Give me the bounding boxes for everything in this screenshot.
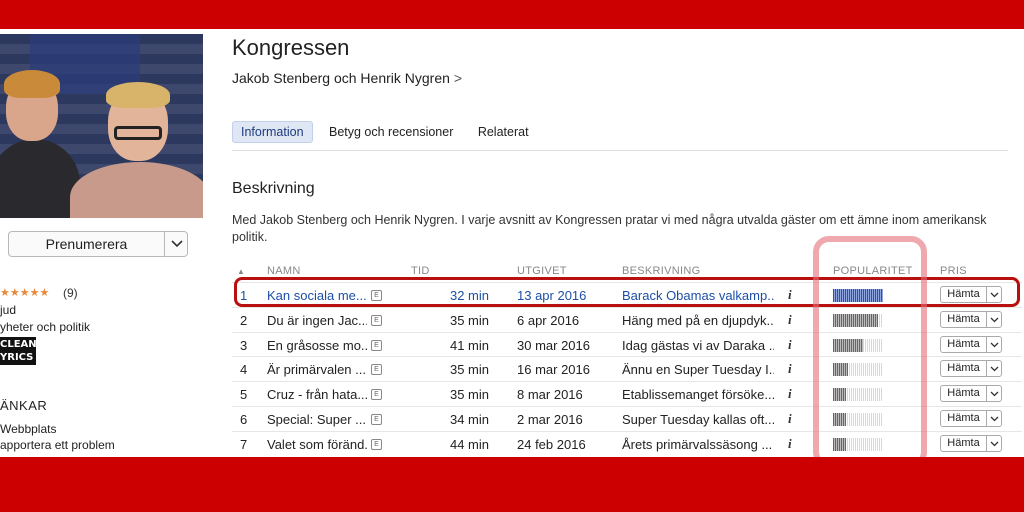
tab-information[interactable]: Information bbox=[232, 121, 313, 143]
episode-description: Ännu en Super Tuesday I... bbox=[622, 362, 774, 378]
explicit-badge-icon: E bbox=[371, 364, 382, 376]
column-header-description[interactable]: BESKRIVNING bbox=[622, 265, 701, 277]
explicit-badge-icon: E bbox=[371, 438, 382, 450]
episode-date: 8 mar 2016 bbox=[517, 387, 583, 403]
get-dropdown[interactable] bbox=[986, 335, 1002, 353]
subscribe-button[interactable]: Prenumerera bbox=[8, 231, 165, 257]
get-button[interactable]: Hämta bbox=[940, 310, 987, 328]
get-button[interactable]: Hämta bbox=[940, 360, 987, 378]
chevron-down-icon bbox=[990, 416, 999, 422]
episode-number: 4 bbox=[240, 362, 248, 378]
episode-duration: 35 min bbox=[449, 387, 489, 403]
episode-title[interactable]: En gråsosse mo... bbox=[267, 338, 367, 353]
tab-ratings[interactable]: Betyg och recensioner bbox=[321, 122, 461, 142]
subscribe-dropdown[interactable] bbox=[164, 231, 188, 257]
info-icon[interactable]: i bbox=[788, 436, 792, 452]
podcast-artwork bbox=[0, 34, 203, 218]
get-button[interactable]: Hämta bbox=[940, 335, 987, 353]
rating-count: (9) bbox=[63, 286, 78, 300]
explicit-badge-icon: E bbox=[371, 339, 382, 351]
episode-title[interactable]: Valet som föränd... bbox=[267, 437, 367, 452]
chevron-down-icon bbox=[990, 317, 999, 323]
episode-number: 7 bbox=[240, 436, 248, 452]
episode-description: Etablissemanget försöke... bbox=[622, 387, 774, 403]
get-button[interactable]: Hämta bbox=[940, 385, 987, 403]
column-header-released[interactable]: UTGIVET bbox=[517, 265, 567, 277]
episode-duration: 35 min bbox=[449, 312, 489, 328]
chevron-down-icon bbox=[990, 342, 999, 348]
get-dropdown[interactable] bbox=[986, 310, 1002, 328]
tab-related[interactable]: Relaterat bbox=[470, 122, 537, 142]
get-dropdown[interactable] bbox=[986, 385, 1002, 403]
explicit-badge-icon: E bbox=[371, 414, 382, 425]
clean-lyrics-badge: CLEAN YRICS bbox=[0, 337, 37, 365]
episode-date: 30 mar 2016 bbox=[517, 337, 590, 353]
info-icon[interactable]: i bbox=[788, 312, 792, 328]
explicit-badge-icon: E bbox=[371, 314, 382, 326]
chevron-right-icon: > bbox=[453, 70, 463, 86]
divider bbox=[232, 150, 1008, 151]
description-heading: Beskrivning bbox=[232, 180, 315, 197]
episode-date: 6 apr 2016 bbox=[517, 312, 580, 328]
episode-date: 2 mar 2016 bbox=[517, 412, 583, 427]
episode-title[interactable]: Är primärvalen ... bbox=[267, 362, 367, 377]
episode-title[interactable]: Special: Super ... bbox=[267, 412, 367, 427]
episode-date: 16 mar 2016 bbox=[517, 362, 590, 378]
links-heading: ÄNKAR bbox=[0, 398, 48, 413]
get-dropdown[interactable] bbox=[986, 410, 1002, 427]
chevron-down-icon bbox=[990, 441, 999, 447]
episode-duration: 34 min bbox=[449, 412, 489, 427]
chevron-down-icon bbox=[990, 391, 999, 397]
get-dropdown[interactable] bbox=[986, 434, 1002, 452]
episode-description: Häng med på en djupdyk... bbox=[622, 312, 774, 328]
info-icon[interactable]: i bbox=[788, 337, 792, 353]
episode-description: Idag gästas vi av Daraka ... bbox=[622, 337, 774, 353]
info-icon[interactable]: i bbox=[788, 411, 792, 427]
report-problem-link[interactable]: apportera ett problem bbox=[0, 438, 115, 452]
highlight-popularity-annotation bbox=[813, 236, 927, 457]
column-header-time[interactable]: TID bbox=[411, 265, 430, 277]
meta-category: yheter och politik bbox=[0, 320, 91, 334]
episode-number: 2 bbox=[240, 312, 248, 328]
episode-duration: 41 min bbox=[449, 337, 489, 353]
episode-duration: 35 min bbox=[449, 362, 489, 378]
episode-description: Årets primärvalssäsong ... bbox=[622, 436, 773, 452]
column-header-name[interactable]: NAMN bbox=[267, 265, 301, 277]
column-header-price[interactable]: PRIS bbox=[940, 265, 967, 277]
get-button[interactable]: Hämta bbox=[940, 410, 987, 427]
explicit-badge-icon: E bbox=[371, 389, 382, 401]
chevron-down-icon bbox=[990, 366, 999, 372]
meta-language: jud bbox=[0, 303, 17, 317]
info-icon[interactable]: i bbox=[788, 361, 792, 377]
tab-bar: Information Betyg och recensioner Relate… bbox=[232, 121, 541, 143]
get-button[interactable]: Hämta bbox=[940, 434, 987, 452]
episode-title[interactable]: Cruz - från hata... bbox=[267, 387, 367, 402]
episode-number: 6 bbox=[240, 412, 248, 427]
chevron-down-icon bbox=[171, 240, 183, 248]
episode-duration: 44 min bbox=[449, 436, 489, 452]
info-icon[interactable]: i bbox=[788, 386, 792, 402]
page-title: Kongressen bbox=[232, 35, 350, 60]
app-window: Prenumerera ★★★★★ (9) jud yheter och pol… bbox=[0, 29, 1024, 457]
episode-number: 5 bbox=[240, 387, 248, 403]
episode-date: 24 feb 2016 bbox=[517, 436, 586, 452]
rating-stars: ★★★★★ bbox=[0, 287, 50, 299]
sort-arrow-icon[interactable]: ▲ bbox=[237, 267, 245, 276]
author-link[interactable]: Jakob Stenberg och Henrik Nygren > bbox=[232, 70, 462, 86]
get-dropdown[interactable] bbox=[986, 360, 1002, 378]
episode-description: Super Tuesday kallas oft... bbox=[622, 412, 774, 427]
episode-title[interactable]: Du är ingen Jac... bbox=[267, 313, 367, 328]
episode-number: 3 bbox=[240, 337, 248, 353]
website-link[interactable]: Webbplats bbox=[0, 422, 56, 436]
